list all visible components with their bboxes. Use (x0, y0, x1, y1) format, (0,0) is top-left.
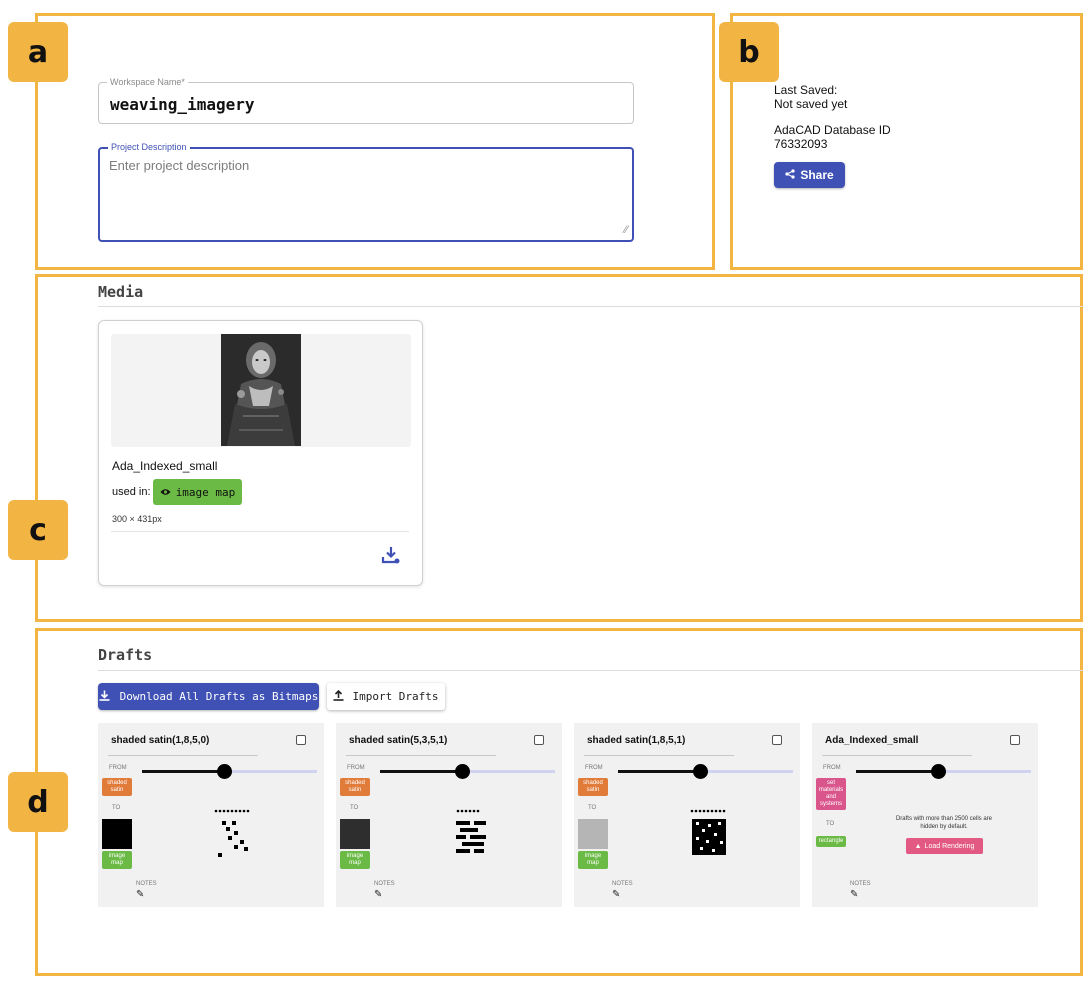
workspace-name-value[interactable]: weaving_imagery (110, 95, 255, 114)
from-label: FROM (823, 765, 841, 771)
from-chip[interactable]: shaded satin (102, 778, 132, 796)
from-label: FROM (585, 765, 603, 771)
to-chip[interactable]: image map (578, 851, 608, 869)
media-section-title: Media (98, 283, 144, 301)
last-saved-value: Not saved yet (774, 97, 848, 111)
notes-label: NOTES (850, 881, 871, 887)
slider-thumb[interactable] (217, 764, 232, 779)
from-chip[interactable]: shaded satin (340, 778, 370, 796)
to-chip[interactable]: rectangle (816, 836, 846, 847)
slider-thumb[interactable] (455, 764, 470, 779)
media-section-divider (98, 306, 1083, 307)
draft-preview (456, 809, 486, 853)
resize-handle-icon[interactable]: ⁄⁄ (624, 224, 628, 236)
download-all-drafts-label: Download All Drafts as Bitmaps (119, 690, 319, 703)
to-label: TO (112, 805, 121, 811)
load-rendering-button[interactable]: ▲ Load Rendering (906, 838, 983, 854)
download-all-drafts-button[interactable]: Download All Drafts as Bitmaps (98, 683, 319, 710)
drafts-section-divider (98, 670, 1083, 671)
draft-title: shaded satin(5,3,5,1) (349, 735, 448, 746)
to-label: TO (350, 805, 359, 811)
panel-label-a: a (8, 22, 68, 82)
edit-notes-icon[interactable]: ✎ (850, 889, 858, 900)
draft-card[interactable]: shaded satin(1,8,5,0) FROM shaded satin … (98, 723, 324, 907)
slider-thumb[interactable] (693, 764, 708, 779)
notes-label: NOTES (612, 881, 633, 887)
slider-thumb[interactable] (931, 764, 946, 779)
draft-color-swatch (578, 819, 608, 849)
draft-scale-slider[interactable] (618, 764, 793, 779)
draft-title-underline (822, 755, 972, 756)
edit-notes-icon[interactable]: ✎ (374, 889, 382, 900)
notes-label: NOTES (374, 881, 395, 887)
draft-preview (214, 809, 250, 857)
draft-card[interactable]: shaded satin(1,8,5,1) FROM shaded satin … (574, 723, 800, 907)
project-description-input[interactable] (109, 158, 622, 230)
draft-title: shaded satin(1,8,5,0) (111, 735, 210, 746)
edit-notes-icon[interactable]: ✎ (612, 889, 620, 900)
draft-title-underline (584, 755, 734, 756)
edit-notes-icon[interactable]: ✎ (136, 889, 144, 900)
panel-label-d: d (8, 772, 68, 832)
project-description-field[interactable]: Project Description ⁄⁄ (98, 141, 634, 242)
draft-card[interactable]: shaded satin(5,3,5,1) FROM shaded satin … (336, 723, 562, 907)
panel-label-b: b (719, 22, 779, 82)
upload-icon (333, 689, 344, 704)
download-icon (99, 690, 110, 704)
draft-title: shaded satin(1,8,5,1) (587, 735, 686, 746)
project-description-label: Project Description (108, 141, 190, 153)
share-icon (785, 168, 795, 182)
to-label: TO (588, 805, 597, 811)
import-drafts-button[interactable]: Import Drafts (327, 683, 445, 710)
draft-scale-slider[interactable] (142, 764, 317, 779)
warning-icon: ▲ (914, 842, 922, 850)
draft-title-underline (346, 755, 496, 756)
image-map-chip-label: image map (175, 485, 236, 499)
download-icon[interactable] (381, 545, 401, 570)
workspace-name-label: Workspace Name* (107, 76, 188, 88)
from-chip[interactable]: shaded satin (578, 778, 608, 796)
draft-select-checkbox[interactable] (772, 735, 782, 745)
draft-color-swatch (102, 819, 132, 849)
media-dimensions: 300 × 431px (112, 514, 162, 524)
image-map-chip[interactable]: image map (153, 479, 242, 505)
draft-preview (690, 809, 726, 855)
database-id-value: 76332093 (774, 137, 828, 151)
last-saved-label: Last Saved: (774, 83, 838, 97)
share-button[interactable]: Share (774, 162, 845, 188)
workspace-name-field[interactable]: Workspace Name* weaving_imagery (98, 76, 634, 124)
from-label: FROM (109, 765, 127, 771)
from-label: FROM (347, 765, 365, 771)
share-label: Share (800, 168, 834, 182)
draft-title-underline (108, 755, 258, 756)
notes-label: NOTES (136, 881, 157, 887)
media-card-divider (111, 531, 409, 532)
to-label: TO (826, 821, 835, 827)
database-id-label: AdaCAD Database ID (774, 123, 891, 137)
to-chip[interactable]: image map (102, 851, 132, 869)
import-drafts-label: Import Drafts (352, 690, 439, 703)
draft-color-swatch (340, 819, 370, 849)
media-preview[interactable] (111, 334, 411, 447)
drafts-section-title: Drafts (98, 646, 153, 664)
used-in-label: used in: (112, 486, 151, 498)
load-rendering-label: Load Rendering (924, 842, 975, 850)
draft-scale-slider[interactable] (856, 764, 1031, 779)
draft-title: Ada_Indexed_small (825, 735, 919, 746)
portrait-image (221, 334, 301, 446)
panel-label-c: c (8, 500, 68, 560)
draft-card[interactable]: Ada_Indexed_small FROM set materials and… (812, 723, 1038, 907)
media-card: Ada_Indexed_small used in: image map 300… (98, 320, 423, 586)
from-chip[interactable]: set materials and systems (816, 778, 846, 810)
draft-select-checkbox[interactable] (534, 735, 544, 745)
eye-icon (160, 486, 171, 499)
draft-scale-slider[interactable] (380, 764, 555, 779)
hidden-draft-message: Drafts with more than 2500 cells are hid… (895, 816, 993, 830)
draft-select-checkbox[interactable] (296, 735, 306, 745)
to-chip[interactable]: image map (340, 851, 370, 869)
draft-select-checkbox[interactable] (1010, 735, 1020, 745)
media-name: Ada_Indexed_small (112, 459, 218, 473)
